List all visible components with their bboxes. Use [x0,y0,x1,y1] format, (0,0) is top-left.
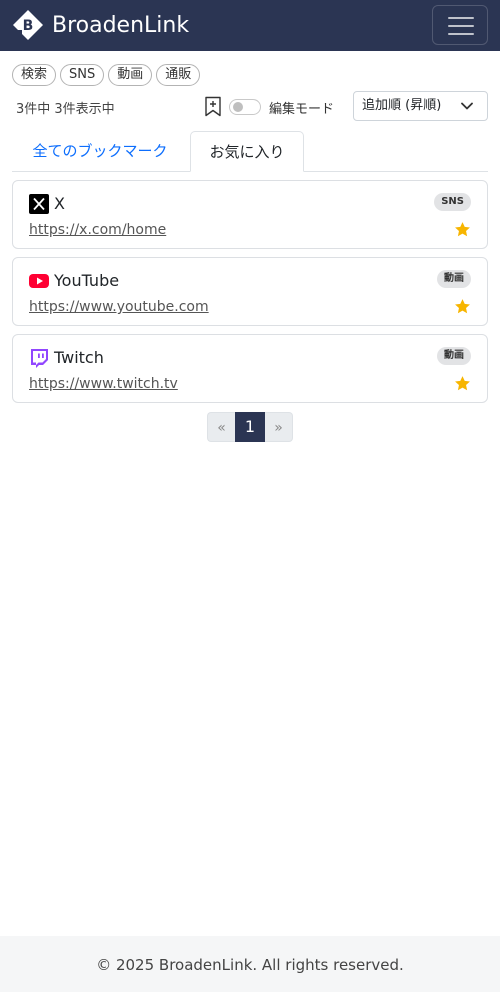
bookmark-url-link[interactable]: https://www.youtube.com [29,297,209,317]
bookmark-card: YouTube 動画 https://www.youtube.com [12,257,488,326]
menu-toggle-button[interactable] [432,5,488,45]
pagination: « 1 » [207,412,293,442]
youtube-logo-icon [29,274,49,288]
tag-chip-shopping[interactable]: 通販 [156,64,201,86]
bookmark-url-link[interactable]: https://www.twitch.tv [29,374,178,394]
sort-selected-value: 追加順 (昇順) [362,98,442,113]
footer: © 2025 BroadenLink. All rights reserved. [0,936,500,992]
edit-mode-label: 編集モード [269,102,335,117]
pagination-next-button[interactable]: » [265,412,293,442]
svg-text:B: B [23,18,34,34]
pagination-prev-button[interactable]: « [207,412,235,442]
bookmark-title: Twitch [54,348,104,367]
tag-badge: 動画 [437,347,471,365]
brand-link[interactable]: B BroadenLink [12,9,189,41]
toggle-knob [233,102,243,112]
bookmark-title: X [54,194,65,213]
brand-name: BroadenLink [52,12,190,38]
pagination-page-1[interactable]: 1 [235,412,265,442]
bookmark-title: YouTube [54,271,120,290]
broadenlink-logo-icon: B [13,10,43,40]
tag-chip-search[interactable]: 検索 [12,64,57,86]
copyright-text: © 2025 BroadenLink. All rights reserved. [96,956,404,974]
favorite-star-icon[interactable] [454,298,471,315]
x-logo-icon [29,194,49,214]
tag-chip-sns[interactable]: SNS [60,64,105,86]
sort-select[interactable]: 追加順 (昇順) [353,91,488,121]
hamburger-icon [448,17,474,19]
favorite-star-icon[interactable] [454,221,471,238]
bookmark-card: X SNS https://x.com/home [12,180,488,249]
tag-filter-list: 検索 SNS 動画 通販 [12,64,201,86]
favorite-star-icon[interactable] [454,375,471,392]
tag-badge: SNS [434,193,471,211]
twitch-logo-icon [31,349,48,368]
bookmark-card: Twitch 動画 https://www.twitch.tv [12,334,488,403]
tab-all-bookmarks[interactable]: 全てのブックマーク [12,131,188,172]
tag-badge: 動画 [437,270,471,288]
chevron-down-icon [461,102,473,110]
tag-chip-video[interactable]: 動画 [108,64,153,86]
bookmark-url-link[interactable]: https://x.com/home [29,220,166,240]
edit-mode-toggle[interactable] [229,99,261,115]
navbar: B BroadenLink [0,0,500,51]
bookmark-add-icon[interactable] [204,96,222,117]
tab-favorites[interactable]: お気に入り [190,131,304,172]
result-count: 3件中 3件表示中 [16,102,115,117]
